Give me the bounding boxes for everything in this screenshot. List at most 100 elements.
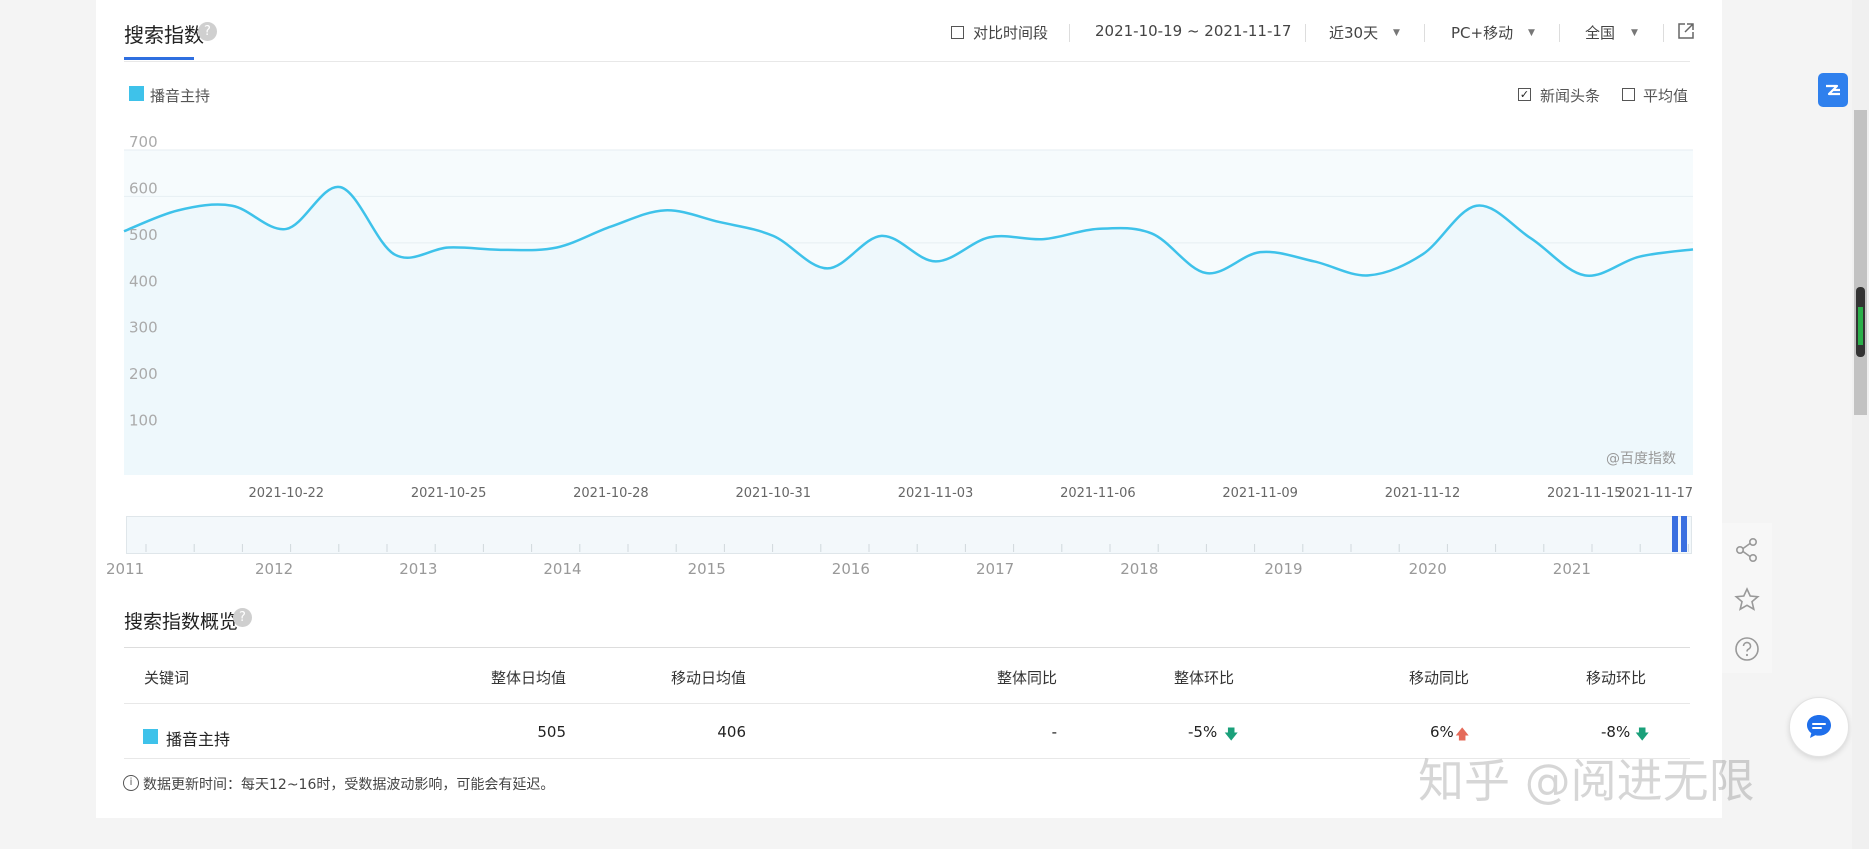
- timeline-year-label: 2017: [976, 560, 1015, 578]
- column-header-mobile-avg: 移动日均值: [670, 669, 746, 687]
- overall-avg-cell: 505: [537, 723, 566, 741]
- help-icon[interactable]: ?: [233, 608, 252, 627]
- y-tick-label: 500: [129, 226, 158, 244]
- data-point[interactable]: 2021-10-24: 475: [391, 250, 399, 258]
- page-scrollbar[interactable]: [1852, 0, 1869, 849]
- data-point[interactable]: 2021-10-29: 570: [661, 206, 669, 214]
- timeline-year-label: 2012: [255, 560, 294, 578]
- date-range[interactable]: 2021-10-19 ~ 2021-11-17: [1095, 22, 1291, 40]
- scroll-indicator: [1856, 287, 1865, 357]
- data-point[interactable]: 2021-11-01: 445: [823, 264, 831, 272]
- x-tick-label: 2021-11-15: [1547, 486, 1623, 501]
- data-point[interactable]: 2021-11-06: 530: [1094, 225, 1102, 233]
- range-handle-right[interactable]: [1681, 516, 1687, 552]
- scrollbar-thumb[interactable]: [1854, 110, 1867, 415]
- page-watermark: 知乎 @阅进无限: [1418, 754, 1755, 808]
- data-point[interactable]: 2021-11-11: 430: [1364, 271, 1372, 279]
- column-header-mobile-mom: 移动环比: [1586, 669, 1647, 687]
- device-select[interactable]: PC+移动: [1451, 22, 1513, 43]
- header-divider: [124, 61, 1690, 62]
- page-title: 搜索指数: [124, 23, 204, 47]
- data-point[interactable]: 2021-10-20: 570: [174, 206, 182, 214]
- chevron-down-icon[interactable]: ▼: [1528, 28, 1535, 38]
- data-point[interactable]: 2021-11-07: 520: [1148, 230, 1156, 238]
- separator: [1305, 24, 1306, 42]
- data-point[interactable]: 2021-10-25: 490: [445, 244, 453, 252]
- separator: [1424, 24, 1425, 42]
- keyword-cell: 播音主持: [166, 730, 231, 749]
- data-point[interactable]: 2021-11-16: 470: [1635, 253, 1643, 261]
- data-point[interactable]: 2021-11-15: 430: [1581, 271, 1589, 279]
- chevron-down-icon[interactable]: ▼: [1631, 28, 1638, 38]
- x-tick-label: 2021-10-28: [573, 486, 649, 501]
- data-point[interactable]: 2021-11-05: 508: [1040, 235, 1048, 243]
- data-point[interactable]: 2021-11-04: 512: [986, 233, 994, 241]
- star-icon[interactable]: [1733, 586, 1761, 614]
- column-header-mobile-yoy: 移动同比: [1409, 669, 1470, 687]
- overall-yoy-cell: -: [1051, 723, 1057, 741]
- timeline-year-label: 2015: [687, 560, 726, 578]
- mobile-mom-cell: -8%: [1601, 723, 1631, 741]
- column-header-overall-avg: 整体日均值: [490, 669, 566, 687]
- data-point[interactable]: 2021-10-28: 535: [607, 223, 615, 231]
- data-point[interactable]: 2021-10-22: 530: [282, 225, 290, 233]
- app-shortcut[interactable]: [1818, 73, 1848, 107]
- column-header-keyword: 关键词: [144, 669, 190, 687]
- table-header-divider: [124, 703, 1690, 704]
- chat-button[interactable]: [1789, 697, 1849, 757]
- data-point[interactable]: 2021-11-14: 510: [1527, 234, 1535, 242]
- data-point[interactable]: 2021-10-21: 580: [228, 202, 236, 210]
- column-header-overall-yoy: 整体同比: [997, 669, 1058, 687]
- x-tick-label: 2021-10-31: [735, 486, 811, 501]
- x-tick-label: 2021-10-25: [411, 486, 487, 501]
- question-icon[interactable]: [1734, 636, 1760, 662]
- y-tick-label: 100: [129, 412, 158, 430]
- data-point[interactable]: 2021-10-31: 515: [769, 232, 777, 240]
- y-tick-label: 700: [129, 133, 158, 151]
- data-point[interactable]: 2021-10-27: 490: [553, 244, 561, 252]
- data-point[interactable]: 2021-10-26: 485: [499, 246, 507, 254]
- x-tick-label: 2021-11-09: [1222, 486, 1298, 501]
- y-tick-label: 300: [129, 319, 158, 337]
- mobile-avg-cell: 406: [717, 723, 746, 741]
- overview-divider: [124, 647, 1690, 648]
- mobile-yoy-cell: 6%: [1430, 723, 1454, 741]
- x-tick-label: 2021-11-06: [1060, 486, 1136, 501]
- arrow-down-icon: 🡇: [1224, 727, 1239, 743]
- x-tick-label: 2021-10-22: [249, 486, 325, 501]
- data-point[interactable]: 2021-10-19: 525: [120, 227, 128, 235]
- range-handle-left[interactable]: [1672, 516, 1678, 552]
- news-checkbox[interactable]: ✓: [1518, 88, 1531, 101]
- timeline-year-label: 2018: [1120, 560, 1159, 578]
- search-index-chart[interactable]: 2021-10-19: 525 2021-10-20: 570 2021-10-21…: [96, 120, 1722, 505]
- data-point[interactable]: 2021-11-13: 580: [1473, 202, 1481, 210]
- export-icon[interactable]: [1677, 22, 1695, 40]
- data-point[interactable]: 2021-11-09: 480: [1256, 248, 1264, 256]
- data-point[interactable]: 2021-11-17: 486: [1689, 245, 1697, 253]
- keyword-swatch: [143, 729, 158, 744]
- timeline-year-label: 2014: [543, 560, 582, 578]
- period-select[interactable]: 近30天: [1329, 22, 1378, 43]
- timeline-year-label: 2013: [399, 560, 438, 578]
- share-icon[interactable]: [1734, 537, 1760, 563]
- chevron-down-icon[interactable]: ▼: [1393, 28, 1400, 38]
- data-point[interactable]: 2021-11-08: 435: [1202, 269, 1210, 277]
- compare-checkbox[interactable]: [951, 26, 964, 39]
- help-icon[interactable]: ?: [198, 22, 217, 41]
- data-point[interactable]: 2021-10-23: 620: [336, 183, 344, 191]
- data-point[interactable]: 2021-11-10: 460: [1310, 257, 1318, 265]
- data-point[interactable]: 2021-11-03: 460: [932, 257, 940, 265]
- timeline-year-label: 2020: [1408, 560, 1447, 578]
- update-note: 数据更新时间：每天12~16时，受数据波动影响，可能会有延迟。: [143, 777, 555, 793]
- timeline-year-label: 2016: [831, 560, 870, 578]
- y-tick-label: 600: [129, 179, 158, 197]
- news-label: 新闻头条: [1540, 87, 1601, 105]
- average-checkbox[interactable]: [1622, 88, 1635, 101]
- data-point[interactable]: 2021-11-12: 475: [1418, 250, 1426, 258]
- info-icon: i: [123, 775, 139, 791]
- region-select[interactable]: 全国: [1585, 22, 1615, 43]
- x-tick-label: 2021-11-12: [1385, 486, 1461, 501]
- data-point[interactable]: 2021-11-02: 515: [877, 232, 885, 240]
- chat-icon: [1807, 715, 1831, 738]
- data-point[interactable]: 2021-10-30: 545: [715, 218, 723, 226]
